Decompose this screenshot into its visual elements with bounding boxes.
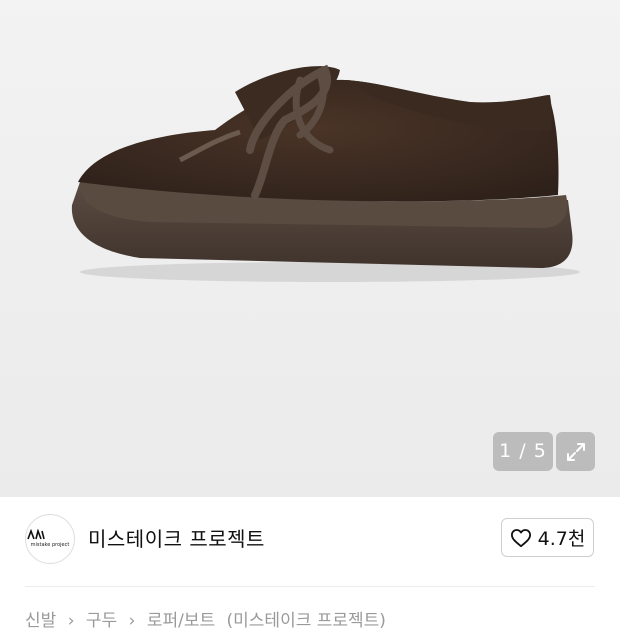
brand-logo-text: mistake project <box>30 542 70 548</box>
product-image-gallery[interactable]: 1 / 5 <box>0 0 620 497</box>
heart-outline-icon <box>510 528 531 547</box>
breadcrumb-item[interactable]: 로퍼/보트 <box>147 611 215 631</box>
breadcrumb: 신발 › 구두 › 로퍼/보트 (미스테이크 프로젝트) <box>25 606 392 631</box>
brand-mark-icon <box>27 529 45 540</box>
breadcrumb-separator: › <box>128 611 136 631</box>
image-counter: 1 / 5 <box>493 432 553 471</box>
breadcrumb-item[interactable]: 구두 <box>86 611 117 631</box>
product-image[interactable] <box>0 0 620 497</box>
like-button[interactable]: 4.7천 <box>501 518 594 557</box>
breadcrumb-item[interactable]: (미스테이크 프로젝트) <box>227 611 386 631</box>
brand-logo[interactable]: mistake project <box>25 514 75 564</box>
breadcrumb-separator: › <box>67 611 75 631</box>
brand-row: mistake project 미스테이크 프로젝트 4.7천 <box>0 497 620 585</box>
expand-button[interactable] <box>556 432 595 471</box>
like-count: 4.7천 <box>537 528 586 550</box>
expand-arrows-icon <box>566 442 585 461</box>
brand-name[interactable]: 미스테이크 프로젝트 <box>88 523 265 552</box>
breadcrumb-item[interactable]: 신발 <box>25 611 56 631</box>
divider <box>25 586 595 587</box>
